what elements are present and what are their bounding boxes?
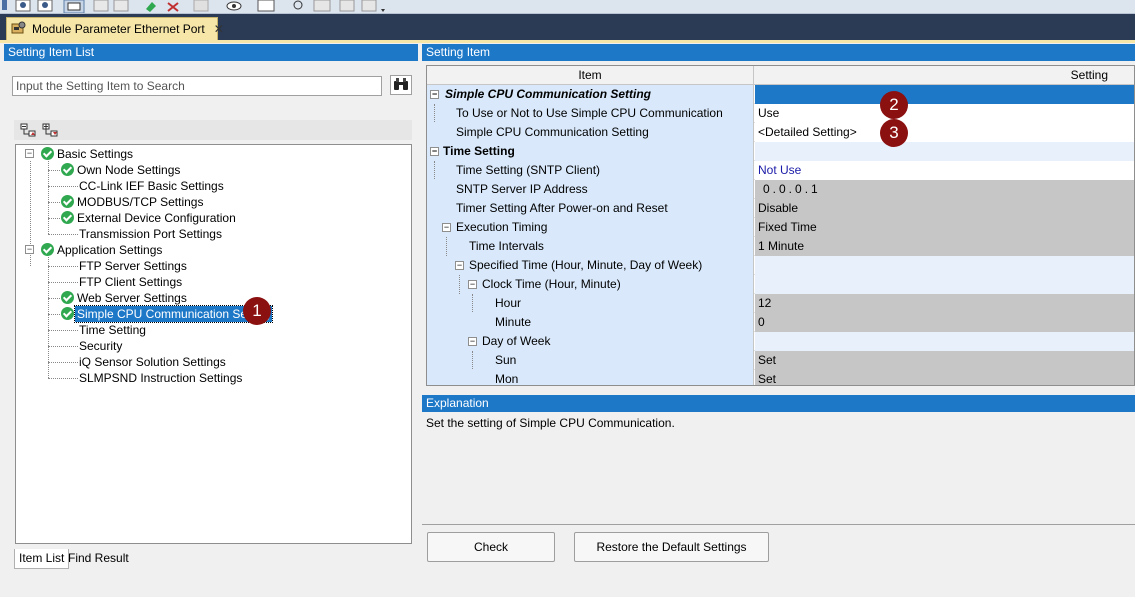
tree-item-cc-link-ief-basic-settings[interactable]: CC-Link IEF Basic Settings [77,178,226,194]
explanation-header: Explanation [422,395,1135,412]
setting-item-list-panel: Setting Item List Input the Setting Item… [4,44,418,597]
basic-settings-expander[interactable]: − [25,149,34,158]
table-row[interactable]: Mon Set [427,370,1134,385]
tree-item-own-node-settings[interactable]: Own Node Settings [61,162,182,178]
check-icon [61,291,74,304]
tree-item-time-setting[interactable]: Time Setting [77,322,148,338]
tab-module-parameter-ethernet-port[interactable]: Module Parameter Ethernet Port ✕ [6,17,224,40]
check-icon [61,195,74,208]
setting-tree[interactable]: − Basic Settings Own Node Settings CC-Li… [15,144,412,544]
table-row[interactable]: − Simple CPU Communication Setting [427,85,1134,104]
table-row[interactable]: Minute 0 [427,313,1134,332]
annotation-badge-1: 1 [243,297,271,325]
tab-title: Module Parameter Ethernet Port [32,22,205,36]
table-row[interactable]: − Day of Week [427,332,1134,351]
document-tab-bar: Module Parameter Ethernet Port ✕ [0,14,1135,40]
table-row[interactable]: − Execution Timing Fixed Time [427,218,1134,237]
tree-item-external-device-configuration[interactable]: External Device Configuration [61,210,238,226]
collapse-icon[interactable]: − [430,90,439,99]
collapse-icon[interactable]: − [442,223,451,232]
tab-underline [0,40,1135,43]
tree-item-transmission-port-settings[interactable]: Transmission Port Settings [77,226,224,242]
restore-default-settings-button[interactable]: Restore the Default Settings [574,532,769,562]
annotation-badge-3: 3 [880,119,908,147]
explanation-text: Set the setting of Simple CPU Communicat… [422,412,1135,525]
tree-item-ftp-server-settings[interactable]: FTP Server Settings [77,258,189,274]
tree-item-simple-cpu-communication-setting[interactable]: Simple CPU Communication Setting [61,305,273,323]
tree-item-application-settings[interactable]: Application Settings [41,242,164,258]
check-button[interactable]: Check [427,532,555,562]
search-input[interactable] [12,76,382,96]
table-row[interactable]: Time Intervals 1 Minute [427,237,1134,256]
tree-item-basic-settings[interactable]: Basic Settings [41,146,135,162]
minute-value[interactable]: 0 [755,313,1134,332]
table-row[interactable]: SNTP Server IP Address 0.0.0.1 [427,180,1134,199]
check-icon [61,163,74,176]
setting-item-panel: Setting Item Item Setting − Simple CPU Co… [422,44,1135,597]
tree-item-modbus-tcp-settings[interactable]: MODBUS/TCP Settings [61,194,205,210]
sntp-ip-value[interactable]: 0.0.0.1 [755,180,1134,199]
sntp-client-value[interactable]: Not Use [755,161,1134,180]
search-button[interactable] [390,75,412,95]
timer-after-power-on-value[interactable]: Disable [755,199,1134,218]
time-intervals-value[interactable]: 1 Minute [755,237,1134,256]
module-parameter-icon [11,21,27,38]
tree-item-iq-sensor-solution-settings[interactable]: iQ Sensor Solution Settings [77,354,228,370]
tree-item-web-server-settings[interactable]: Web Server Settings [61,290,189,306]
check-icon [41,147,54,160]
collapse-icon[interactable]: − [468,280,477,289]
setting-item-header: Setting Item [422,44,1135,61]
binoculars-icon [393,77,409,94]
collapse-icon[interactable]: − [455,261,464,270]
table-row[interactable]: − Specified Time (Hour, Minute, Day of We… [427,256,1134,275]
detailed-setting-value[interactable]: <Detailed Setting> [755,123,1134,142]
tab-find-result[interactable]: Find Result [64,549,133,569]
item-column-header[interactable]: Item [427,66,754,85]
annotation-badge-2: 2 [880,91,908,119]
tree-item-slmpsnd-instruction-settings[interactable]: SLMPSND Instruction Settings [77,370,244,386]
check-icon [61,307,74,320]
tree-item-security[interactable]: Security [77,338,124,354]
table-row[interactable]: Sun Set [427,351,1134,370]
table-row[interactable]: Hour 12 [427,294,1134,313]
hour-value[interactable]: 12 [755,294,1134,313]
close-icon[interactable]: ✕ [214,22,224,36]
check-icon [61,211,74,224]
collapse-icon[interactable]: − [468,337,477,346]
setting-item-list-header: Setting Item List [4,44,418,61]
tree-toolbar [14,120,412,140]
table-row[interactable]: To Use or Not to Use Simple CPU Communic… [427,104,1134,123]
toolbar-icons[interactable] [0,0,400,14]
application-settings-expander[interactable]: − [25,245,34,254]
collapse-all-icon[interactable] [42,123,58,137]
setting-column-header[interactable]: Setting [755,66,1134,85]
table-row[interactable]: Simple CPU Communication Setting <Detail… [427,123,1134,142]
table-row[interactable]: − Clock Time (Hour, Minute) [427,275,1134,294]
expand-all-icon[interactable] [20,123,36,137]
simple-cpu-use-value[interactable]: Use [755,104,1134,123]
table-row[interactable]: Time Setting (SNTP Client) Not Use [427,161,1134,180]
grid-header: Item Setting [427,66,1134,85]
execution-timing-value[interactable]: Fixed Time [755,218,1134,237]
setting-grid: Item Setting − Simple CPU Communication S… [426,65,1135,386]
tab-item-list[interactable]: Item List [14,549,70,569]
sun-value[interactable]: Set [755,351,1134,370]
mon-value[interactable]: Set [755,370,1134,385]
check-icon [41,243,54,256]
collapse-icon[interactable]: − [430,147,439,156]
main-toolbar [0,0,1135,14]
table-row[interactable]: Timer Setting After Power-on and Reset D… [427,199,1134,218]
tree-item-ftp-client-settings[interactable]: FTP Client Settings [77,274,184,290]
table-row[interactable]: − Time Setting [427,142,1134,161]
